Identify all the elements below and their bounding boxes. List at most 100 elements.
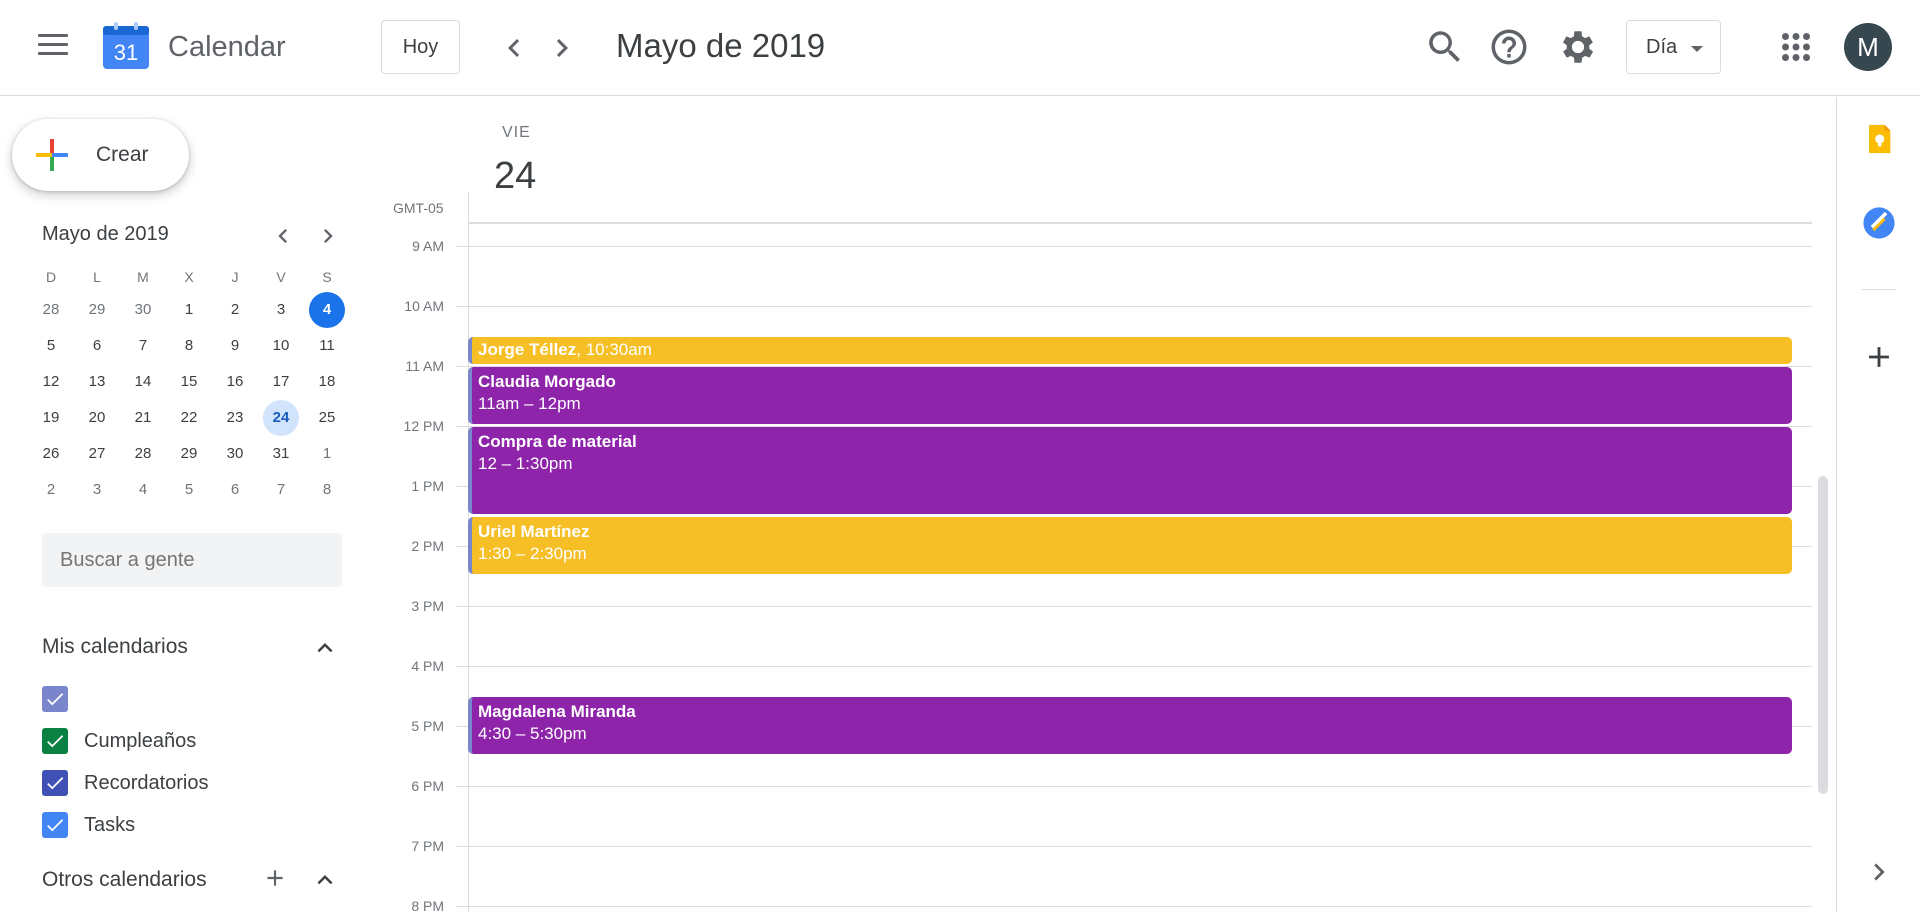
- mini-calendar-day[interactable]: 31: [258, 436, 304, 472]
- calendar-checkbox[interactable]: [42, 812, 68, 838]
- hour-label: 1 PM: [411, 478, 444, 494]
- mini-calendar-day[interactable]: 9: [212, 328, 258, 364]
- keep-icon[interactable]: [1862, 122, 1896, 156]
- event-card[interactable]: Jorge Téllez, 10:30am: [468, 337, 1792, 364]
- mini-calendar-day[interactable]: 30: [212, 436, 258, 472]
- mini-calendar-day[interactable]: 24: [258, 400, 304, 436]
- calendar-list-item[interactable]: [42, 683, 84, 715]
- chevron-up-icon[interactable]: [310, 865, 340, 895]
- mini-calendar-day[interactable]: 17: [258, 364, 304, 400]
- avatar[interactable]: M: [1844, 23, 1892, 71]
- mini-calendar-day[interactable]: 21: [120, 400, 166, 436]
- mini-calendar-day[interactable]: 10: [258, 328, 304, 364]
- scrollbar[interactable]: [1818, 476, 1828, 794]
- create-button[interactable]: Crear: [12, 119, 189, 191]
- settings-icon[interactable]: [1557, 26, 1599, 68]
- my-calendars-title[interactable]: Mis calendarios: [42, 635, 188, 659]
- calendar-checkbox[interactable]: [42, 728, 68, 754]
- mini-calendar-grid: D L M X J V S 28 29 30 1 2 3 4 5 6 7 8 9 10 11 12 13 14 15 16 17 18…: [28, 262, 350, 508]
- mini-calendar-day[interactable]: 1: [304, 436, 350, 472]
- apps-grid-icon[interactable]: [1775, 26, 1817, 68]
- period-title: Mayo de 2019: [616, 27, 826, 64]
- mini-calendar-day[interactable]: 4: [120, 472, 166, 508]
- event-time: , 10:30am: [576, 340, 652, 359]
- hour-label: 3 PM: [411, 598, 444, 614]
- calendar-checkbox[interactable]: [42, 770, 68, 796]
- calendar-name: Recordatorios: [84, 771, 209, 794]
- mini-calendar-day[interactable]: 11: [304, 328, 350, 364]
- help-icon[interactable]: [1488, 26, 1530, 68]
- mini-calendar-day-number: 28: [134, 445, 152, 462]
- hour-label: 8 PM: [411, 898, 444, 912]
- mini-calendar-day[interactable]: 8: [304, 472, 350, 508]
- calendar-list-item[interactable]: Tasks: [42, 809, 135, 841]
- calendar-list-item[interactable]: Recordatorios: [42, 767, 209, 799]
- mini-calendar-day[interactable]: 13: [74, 364, 120, 400]
- mini-calendar-day-number: 15: [180, 373, 198, 390]
- mini-calendar-day[interactable]: 5: [166, 472, 212, 508]
- mini-calendar-day[interactable]: 30: [120, 292, 166, 328]
- add-other-calendar-icon[interactable]: [262, 865, 288, 891]
- event-card[interactable]: Magdalena Miranda 4:30 – 5:30pm: [468, 697, 1792, 754]
- mini-calendar-day[interactable]: 16: [212, 364, 258, 400]
- event-time: 12 – 1:30pm: [478, 454, 573, 473]
- mini-calendar-day[interactable]: 2: [28, 472, 74, 508]
- mini-calendar-day[interactable]: 12: [28, 364, 74, 400]
- event-card[interactable]: Claudia Morgado 11am – 12pm: [468, 367, 1792, 424]
- event-card[interactable]: Uriel Martínez 1:30 – 2:30pm: [468, 517, 1792, 574]
- menu-icon[interactable]: [38, 34, 68, 60]
- mini-calendar-day[interactable]: 29: [166, 436, 212, 472]
- hour-line: [456, 246, 1812, 247]
- hour-line: [456, 666, 1812, 667]
- mini-calendar-day[interactable]: 6: [212, 472, 258, 508]
- mini-calendar-day[interactable]: 19: [28, 400, 74, 436]
- mini-calendar-day[interactable]: 26: [28, 436, 74, 472]
- mini-calendar-day[interactable]: 8: [166, 328, 212, 364]
- plus-icon[interactable]: [1862, 340, 1896, 374]
- event-card[interactable]: Compra de material 12 – 1:30pm: [468, 427, 1792, 514]
- mini-calendar-day[interactable]: 22: [166, 400, 212, 436]
- mini-calendar-day[interactable]: 6: [74, 328, 120, 364]
- mini-calendar-day[interactable]: 28: [120, 436, 166, 472]
- mini-calendar-day-number: 26: [42, 445, 60, 462]
- mini-calendar-day[interactable]: 7: [258, 472, 304, 508]
- mini-calendar-day-number: 4: [309, 292, 345, 328]
- mini-calendar-day[interactable]: 3: [74, 472, 120, 508]
- mini-next-month-button[interactable]: [314, 222, 342, 250]
- search-people-input[interactable]: [42, 533, 342, 587]
- mini-calendar-day[interactable]: 18: [304, 364, 350, 400]
- mini-calendar-day[interactable]: 29: [74, 292, 120, 328]
- tasks-icon[interactable]: [1862, 206, 1896, 240]
- mini-calendar-day-number: 9: [230, 337, 240, 354]
- view-selector[interactable]: Día: [1626, 20, 1721, 74]
- mini-calendar-day[interactable]: 23: [212, 400, 258, 436]
- mini-calendar-day[interactable]: 27: [74, 436, 120, 472]
- mini-calendar-day[interactable]: 3: [258, 292, 304, 328]
- other-calendars-title[interactable]: Otros calendarios: [42, 868, 207, 892]
- event-title: Magdalena Miranda: [478, 702, 636, 721]
- calendar-logo-icon[interactable]: 31: [102, 22, 150, 70]
- today-button[interactable]: Hoy: [381, 20, 460, 74]
- mini-calendar-day[interactable]: 15: [166, 364, 212, 400]
- mini-calendar-day[interactable]: 28: [28, 292, 74, 328]
- next-period-button[interactable]: [544, 30, 580, 66]
- mini-calendar-day[interactable]: 1: [166, 292, 212, 328]
- mini-calendar-day[interactable]: 25: [304, 400, 350, 436]
- mini-prev-month-button[interactable]: [269, 222, 297, 250]
- mini-calendar-day[interactable]: 14: [120, 364, 166, 400]
- previous-period-button[interactable]: [496, 30, 532, 66]
- mini-calendar-day[interactable]: 7: [120, 328, 166, 364]
- chevron-up-icon[interactable]: [310, 633, 340, 663]
- mini-calendar-day[interactable]: 5: [28, 328, 74, 364]
- chevron-right-icon[interactable]: [1862, 855, 1896, 889]
- calendar-checkbox[interactable]: [42, 686, 68, 712]
- day-number[interactable]: 24: [494, 155, 536, 198]
- search-icon[interactable]: [1424, 26, 1466, 68]
- mini-calendar-day[interactable]: 2: [212, 292, 258, 328]
- mini-calendar-day[interactable]: 20: [74, 400, 120, 436]
- day-of-week-label: VIE: [502, 124, 531, 141]
- mini-calendar-day-number: 2: [46, 481, 56, 498]
- calendar-list-item[interactable]: Cumpleaños: [42, 725, 196, 757]
- mini-calendar-day[interactable]: 4: [304, 292, 350, 328]
- hour-label: 9 AM: [412, 238, 444, 254]
